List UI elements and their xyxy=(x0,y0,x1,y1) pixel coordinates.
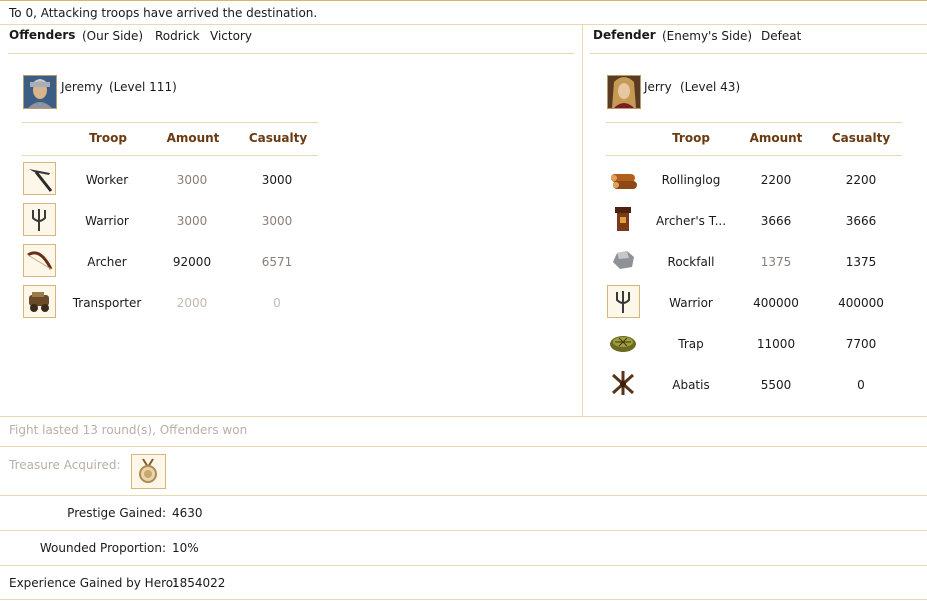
defender-troop-casualty: 3666 xyxy=(845,214,877,228)
offender-troop-casualty: 3000 xyxy=(261,173,293,187)
prestige-label: Prestige Gained: xyxy=(67,506,166,520)
offender-table-head-divider xyxy=(22,155,318,156)
defender-troop-amount: 11000 xyxy=(756,337,796,351)
defender-troop-amount: 1375 xyxy=(760,255,792,269)
wounded-label: Wounded Proportion: xyxy=(39,541,166,555)
offender-col-casualty: Casualty xyxy=(248,131,308,145)
offenders-title: Offenders xyxy=(9,28,76,42)
defender-col-troop: Troop xyxy=(672,131,710,145)
offender-troop-casualty: 3000 xyxy=(261,214,293,228)
offenders-result: Victory xyxy=(210,29,252,43)
defender-troop-name: Warrior xyxy=(669,296,713,310)
defender-troop-casualty: 2200 xyxy=(845,173,877,187)
offender-col-amount: Amount xyxy=(166,131,220,145)
abatis-icon xyxy=(607,367,640,400)
offender-troop-amount: 3000 xyxy=(176,214,208,228)
bow-icon xyxy=(23,244,56,277)
defender-troop-name: Archer's T... xyxy=(655,214,727,228)
experience-value: 1854022 xyxy=(172,576,226,590)
summary-divider-prestige xyxy=(0,530,927,531)
defender-hero-level: (Level 43) xyxy=(680,80,741,94)
offender-troop-name: Warrior xyxy=(85,214,129,228)
experience-label: Experience Gained by Hero: xyxy=(9,576,178,590)
prestige-value: 4630 xyxy=(172,506,203,520)
offender-hero-level: (Level 111) xyxy=(109,80,177,94)
logs-icon xyxy=(607,162,640,195)
cart-icon xyxy=(23,285,56,318)
offender-col-troop: Troop xyxy=(89,131,127,145)
rock-icon xyxy=(607,244,640,277)
pickaxe-icon xyxy=(23,162,56,195)
offender-hero-name: Jeremy xyxy=(61,80,103,94)
offender-troop-casualty: 0 xyxy=(273,296,281,310)
defender-result: Defeat xyxy=(761,29,802,43)
summary-divider-treasure xyxy=(0,495,927,496)
tower-icon xyxy=(607,203,640,236)
defender-hero-name: Jerry xyxy=(644,80,672,94)
offender-troop-casualty: 6571 xyxy=(261,255,293,269)
offenders-header-divider xyxy=(8,53,574,54)
defender-troop-casualty: 400000 xyxy=(838,296,884,310)
defender-troop-amount: 3666 xyxy=(760,214,792,228)
defender-troop-name: Trap xyxy=(678,337,704,351)
offenders-side: (Our Side) xyxy=(82,29,144,43)
defender-troop-amount: 5500 xyxy=(760,378,792,392)
defender-troop-casualty: 1375 xyxy=(845,255,877,269)
hero-portrait-jerry xyxy=(607,75,641,109)
defender-table-head-divider xyxy=(606,155,902,156)
defender-troop-amount: 400000 xyxy=(753,296,799,310)
offender-troop-amount: 2000 xyxy=(176,296,208,310)
defender-title: Defender xyxy=(593,28,656,42)
summary-divider-fight xyxy=(0,446,927,447)
trident-icon xyxy=(23,203,56,236)
defender-troop-name: Rockfall xyxy=(667,255,715,269)
trident-icon xyxy=(607,285,640,318)
medal-icon[interactable] xyxy=(131,454,166,489)
arrival-message: To 0, Attacking troops have arrived the … xyxy=(9,6,318,20)
trap-icon xyxy=(607,326,640,359)
summary-divider-wounded xyxy=(0,565,927,566)
defender-troop-casualty: 0 xyxy=(857,378,865,392)
offender-troop-name: Archer xyxy=(87,255,127,269)
hero-portrait-jeremy xyxy=(23,75,57,109)
offender-troop-name: Worker xyxy=(85,173,129,187)
defender-col-amount: Amount xyxy=(749,131,803,145)
header-divider xyxy=(0,24,927,25)
offender-troop-amount: 92000 xyxy=(172,255,212,269)
fight-result: Fight lasted 13 round(s), Offenders won xyxy=(9,423,248,437)
summary-divider-top xyxy=(0,416,927,417)
defender-header-divider xyxy=(590,53,927,54)
wounded-value: 10% xyxy=(172,541,199,555)
defender-col-casualty: Casualty xyxy=(831,131,891,145)
defender-table-top xyxy=(606,122,902,123)
defender-side: (Enemy's Side) xyxy=(662,29,753,43)
offenders-player[interactable]: Rodrick xyxy=(155,29,200,43)
defender-troop-name: Rollinglog xyxy=(661,173,721,187)
top-border xyxy=(0,0,927,1)
offender-table-top xyxy=(22,122,318,123)
sides-divider xyxy=(582,24,583,416)
defender-troop-amount: 2200 xyxy=(760,173,792,187)
summary-divider-bottom xyxy=(0,599,927,600)
offender-troop-name: Transporter xyxy=(72,296,142,310)
defender-troop-casualty: 7700 xyxy=(845,337,877,351)
treasure-label: Treasure Acquired: xyxy=(9,458,121,472)
offender-troop-amount: 3000 xyxy=(176,173,208,187)
defender-troop-name: Abatis xyxy=(672,378,710,392)
